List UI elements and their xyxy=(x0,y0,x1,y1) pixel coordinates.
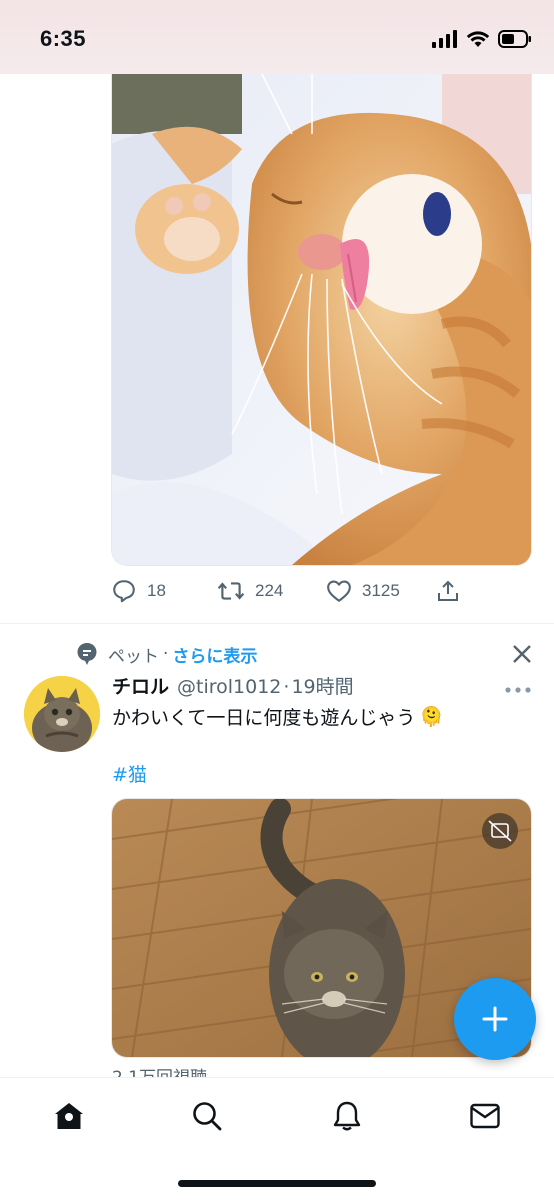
orange-cat-photo xyxy=(112,74,531,565)
social-context: ペット · さらに表示 xyxy=(76,640,257,668)
header-separator: · xyxy=(283,676,290,698)
compose-tweet-button[interactable] xyxy=(454,978,536,1060)
tab-notifications[interactable] xyxy=(329,1098,365,1134)
tweet-header: チロル @tirol1012 · 19時間 xyxy=(112,672,354,699)
author-handle[interactable]: @tirol1012 xyxy=(177,676,281,698)
tab-home[interactable] xyxy=(51,1098,87,1134)
status-icons xyxy=(432,30,532,48)
tab-messages[interactable] xyxy=(467,1098,503,1134)
close-icon xyxy=(513,645,531,663)
plus-icon xyxy=(482,1006,508,1032)
retweet-count: 224 xyxy=(255,581,284,600)
retweet-icon xyxy=(217,582,245,600)
tweet-media-image[interactable] xyxy=(111,74,532,566)
reply-icon xyxy=(113,580,135,603)
topic-label[interactable]: ペット xyxy=(108,642,159,667)
share-action[interactable] xyxy=(436,579,460,603)
status-bar: 6:35 xyxy=(0,0,554,74)
like-count: 3125 xyxy=(362,581,400,600)
wifi-icon xyxy=(466,31,490,47)
tweet-timestamp[interactable]: 19時間 xyxy=(291,672,353,699)
more-horizontal-icon xyxy=(505,687,531,693)
author-name[interactable]: チロル xyxy=(112,672,169,699)
retweet-action[interactable]: 224 xyxy=(217,578,326,604)
share-icon xyxy=(438,580,458,601)
heart-icon xyxy=(327,580,351,602)
show-more-link[interactable]: さらに表示 xyxy=(172,642,257,667)
search-icon xyxy=(193,1102,222,1131)
notifications-icon xyxy=(333,1101,361,1131)
like-action[interactable]: 3125 xyxy=(326,579,436,603)
reply-count: 18 xyxy=(147,581,166,600)
tab-search[interactable] xyxy=(189,1098,225,1134)
battery-icon xyxy=(498,30,531,48)
home-indicator xyxy=(178,1180,376,1187)
tweet-separator xyxy=(0,623,554,624)
topic-separator: · xyxy=(163,644,169,664)
home-icon xyxy=(55,1103,83,1129)
tweet-text: かわいくて一日に何度も遊んじゃう 🫠 xyxy=(112,703,443,730)
tweet-action-bar: 18 224 3125 xyxy=(111,576,471,606)
tweet-more-button[interactable] xyxy=(503,680,533,693)
cellular-signal-icon xyxy=(432,30,457,48)
melting-face-emoji: 🫠 xyxy=(419,706,444,728)
topic-icon xyxy=(77,643,97,665)
hashtag-link[interactable]: #猫 xyxy=(112,760,147,787)
avatar[interactable] xyxy=(24,676,100,752)
messages-icon xyxy=(470,1103,500,1129)
tweet-text-body: かわいくて一日に何度も遊んじゃう xyxy=(112,707,416,729)
reply-action[interactable]: 18 xyxy=(111,578,217,604)
status-time: 6:35 xyxy=(40,26,87,51)
dismiss-topic-button[interactable] xyxy=(510,642,534,666)
avatar-cat-image xyxy=(24,676,100,752)
